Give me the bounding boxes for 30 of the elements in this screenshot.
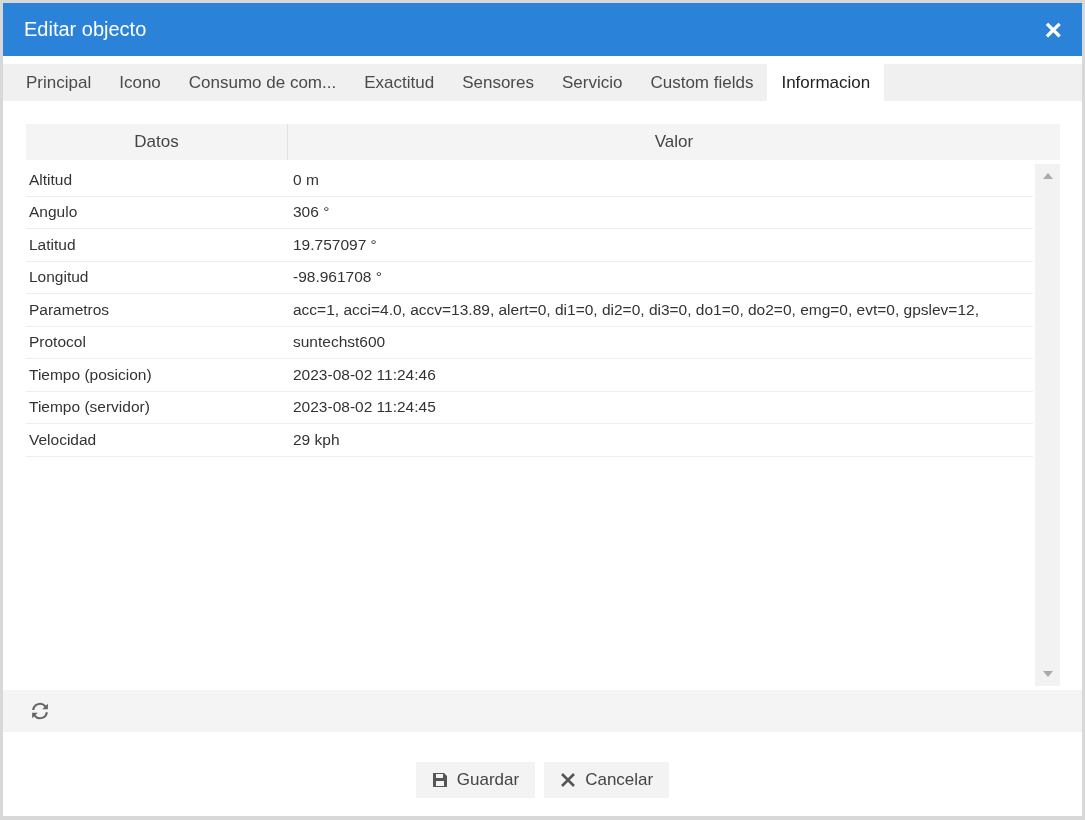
table-cell-text: Latitud — [28, 235, 77, 254]
table-cell-text: Parametros — [28, 300, 111, 319]
table-cell-text: Tiempo (servidor) — [28, 398, 151, 417]
table-cell-text: suntechst600 — [292, 333, 387, 352]
column-header: Valor — [653, 131, 695, 153]
table-cell-text: 29 kph — [292, 430, 341, 449]
table-cell-text: Longitud — [28, 268, 90, 287]
close-button[interactable]: × — [1044, 14, 1062, 45]
scroll-up-icon[interactable] — [1041, 172, 1054, 180]
table-cell-text: Velocidad — [28, 430, 98, 449]
column-header: Datos — [26, 124, 288, 160]
window-title: Editar objecto — [24, 18, 147, 41]
table-cell-text: 0 m — [292, 170, 320, 189]
table-cell-text: 2023-08-02 11:24:46 — [292, 365, 437, 384]
table-cell-text: Protocol — [28, 333, 87, 352]
close-icon — [560, 772, 577, 788]
cancel-button[interactable]: Cancelar — [544, 762, 670, 798]
scroll-down-icon[interactable] — [1041, 670, 1054, 678]
table-cell-text: Tiempo (posicion) — [28, 365, 153, 384]
table-cell-text: acc=1, acci=4.0, accv=13.89, alert=0, di1=0, di2=0, di3=0, do1=0, do2=0, emg=0, evt=0, gpslev=12, — [292, 300, 980, 319]
table-cell-text: -98.961708 ° — [292, 268, 383, 287]
table-cell-text: 306 ° — [292, 203, 331, 222]
table-cell-text: Angulo — [28, 203, 79, 222]
table-cell-text: 2023-08-02 11:24:45 — [292, 398, 437, 417]
table-cell-text: Altitud — [28, 170, 74, 189]
refresh-icon[interactable] — [31, 702, 49, 720]
scrollbar[interactable] — [1035, 164, 1060, 686]
tab[interactable]: Informacion — [767, 64, 885, 101]
save-button[interactable]: Guardar — [415, 762, 536, 798]
table-cell-text: 19.757097 ° — [292, 235, 378, 254]
